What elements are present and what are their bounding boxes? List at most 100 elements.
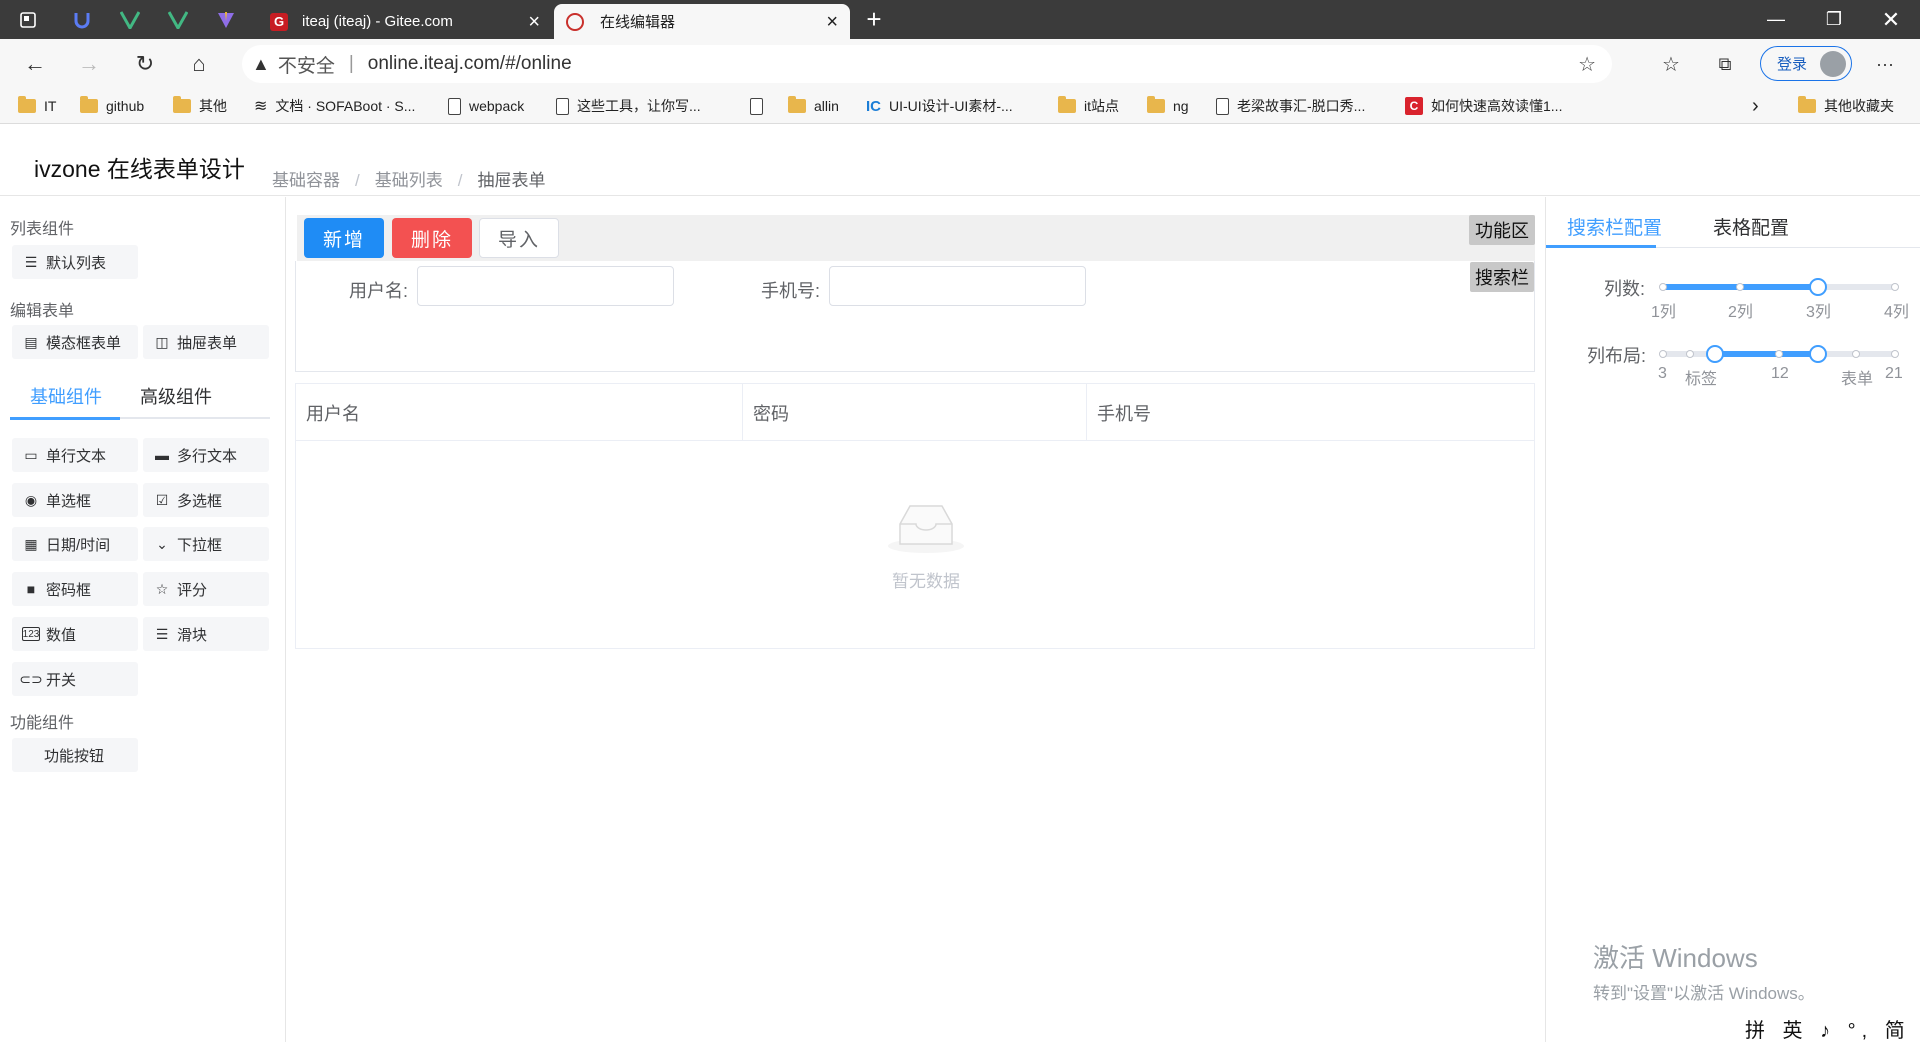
column-header-password[interactable]: 密码 <box>743 384 1087 441</box>
tab-online-editor[interactable]: 在线编辑器 × <box>554 4 850 39</box>
bookmark-item[interactable]: 这些工具，让你写... <box>556 94 701 118</box>
pinned-tab-vite-icon[interactable] <box>206 4 246 35</box>
browser-toolbar: ← → ↻ ⌂ ▲ 不安全 | online.iteaj.com/#/onlin… <box>0 39 1920 88</box>
breadcrumb-item[interactable]: 基础列表 <box>375 171 443 190</box>
slider-stop <box>1891 283 1899 291</box>
pinned-tab-vue2-icon[interactable] <box>158 4 198 35</box>
pinned-tab-vue-icon[interactable] <box>110 4 150 35</box>
component-slider[interactable]: ☰ 滑块 <box>143 617 269 651</box>
modal-icon: ▤ <box>24 333 38 350</box>
restore-icon[interactable]: ❐ <box>1805 0 1863 39</box>
address-bar[interactable]: ▲ 不安全 | online.iteaj.com/#/online ☆ <box>242 45 1612 83</box>
bookmark-item[interactable] <box>750 94 771 118</box>
component-select[interactable]: ⌄ 下拉框 <box>143 527 269 561</box>
slider-handle[interactable] <box>1809 278 1827 296</box>
component-datetime[interactable]: ▦ 日期/时间 <box>12 527 138 561</box>
column-header-username[interactable]: 用户名 <box>296 384 743 441</box>
breadcrumb-item[interactable]: 基础容器 <box>272 171 340 190</box>
refresh-icon[interactable]: ↻ <box>128 47 162 81</box>
component-default-list[interactable]: ☰ 默认列表 <box>12 245 138 279</box>
component-radio[interactable]: ◉ 单选框 <box>12 483 138 517</box>
bookmark-item[interactable]: ≋ 文档 · SOFABoot · S... <box>254 94 415 118</box>
section-title: 列表组件 <box>10 221 75 238</box>
add-favorite-icon[interactable]: ☆ <box>1578 52 1596 77</box>
layout-slider[interactable] <box>1659 345 1899 363</box>
component-checkbox[interactable]: ☑ 多选框 <box>143 483 269 517</box>
slider-mark: 标签 <box>1685 371 1718 388</box>
slider-stop <box>1852 350 1860 358</box>
bookmark-item[interactable]: github <box>80 94 144 118</box>
component-single-line-text[interactable]: ▭ 单行文本 <box>12 438 138 472</box>
page-icon <box>1216 97 1229 115</box>
component-function-button[interactable]: 功能按钮 <box>12 738 138 772</box>
ime-toolbar[interactable]: 拼 英 ♪ °, 简 ⚙ : <box>1745 1014 1920 1042</box>
component-number[interactable]: 123 数值 <box>12 617 138 651</box>
component-drawer-form[interactable]: ◫ 抽屉表单 <box>143 325 269 359</box>
username-input[interactable] <box>417 266 674 306</box>
bookmark-item[interactable]: IT <box>18 94 56 118</box>
page-icon <box>556 97 569 115</box>
url-text: online.iteaj.com/#/online <box>367 53 572 74</box>
slider-icon: ☰ <box>155 625 169 642</box>
bookmark-item[interactable]: it站点 <box>1058 94 1119 118</box>
bookmark-item[interactable]: allin <box>788 94 839 118</box>
bookmark-item[interactable]: IC UI-UI设计-UI素材-... <box>866 94 1013 118</box>
component-rate[interactable]: ☆ 评分 <box>143 572 269 606</box>
phone-input[interactable] <box>829 266 1086 306</box>
star-icon: ☆ <box>155 580 169 597</box>
login-button[interactable]: 登录 <box>1760 46 1852 81</box>
add-button[interactable]: 新增 <box>304 218 384 258</box>
slider-mark: 3 <box>1658 365 1667 382</box>
pinned-tab-u-icon[interactable] <box>62 4 102 35</box>
columns-slider[interactable] <box>1659 278 1899 296</box>
slider-mark: 21 <box>1885 365 1903 382</box>
tab-table-config[interactable]: 表格配置 <box>1713 213 1789 240</box>
minimize-icon[interactable]: — <box>1747 0 1805 39</box>
component-multi-line-text[interactable]: ▬ 多行文本 <box>143 438 269 472</box>
new-tab-button[interactable]: + <box>854 4 894 35</box>
bookmark-item[interactable]: C 如何快速高效读懂1... <box>1405 94 1562 118</box>
tab-search-config[interactable]: 搜索栏配置 <box>1567 213 1662 240</box>
page-title: ivzone 在线表单设计 <box>34 156 245 182</box>
home-icon[interactable]: ⌂ <box>182 47 216 81</box>
import-button[interactable]: 导入 <box>479 218 559 258</box>
slider-fill <box>1715 351 1818 357</box>
table-header: 用户名 密码 手机号 <box>296 384 1534 441</box>
page-icon <box>448 97 461 115</box>
page-icon <box>750 97 763 115</box>
column-header-phone[interactable]: 手机号 <box>1087 384 1534 441</box>
more-menu-icon[interactable]: ··· <box>1868 47 1902 81</box>
component-switch[interactable]: ⊂⊃ 开关 <box>12 662 138 696</box>
checkbox-icon: ☑ <box>155 491 169 508</box>
bookmark-item[interactable]: webpack <box>448 94 524 118</box>
tab-close-icon[interactable]: × <box>826 12 838 32</box>
function-area: 新增 删除 导入 功能区 <box>297 215 1535 261</box>
tab-close-icon[interactable]: × <box>528 12 540 32</box>
component-modal-form[interactable]: ▤ 模态框表单 <box>12 325 138 359</box>
bookmark-item[interactable]: 其他 <box>173 94 227 118</box>
collections-icon[interactable]: ⧉ <box>1708 47 1742 81</box>
ic-icon: IC <box>866 97 881 115</box>
bookmark-item[interactable]: 老梁故事汇-脱口秀... <box>1216 94 1365 118</box>
tab-gitee[interactable]: G iteaj (iteaj) - Gitee.com × <box>258 4 552 39</box>
bookmark-item[interactable]: ng <box>1147 94 1189 118</box>
back-icon[interactable]: ← <box>18 47 52 81</box>
bookmarks-overflow-icon[interactable]: › <box>1752 94 1759 118</box>
tab-basic-components[interactable]: 基础组件 <box>30 383 102 409</box>
component-password[interactable]: ■ 密码框 <box>12 572 138 606</box>
textarea-icon: ▬ <box>155 447 169 463</box>
slider-mark: 2列 <box>1728 304 1753 321</box>
number-icon: 123 <box>22 627 40 641</box>
other-favorites[interactable]: 其他收藏夹 <box>1798 94 1894 118</box>
drawer-icon: ◫ <box>155 333 169 350</box>
close-window-icon[interactable]: ✕ <box>1862 0 1920 39</box>
delete-button[interactable]: 删除 <box>392 218 472 258</box>
forward-icon[interactable]: → <box>72 47 106 81</box>
tab-actions-icon[interactable] <box>8 4 48 35</box>
slider-handle-right[interactable] <box>1809 345 1827 363</box>
favorites-icon[interactable]: ☆ <box>1654 47 1688 81</box>
slider-handle-left[interactable] <box>1706 345 1724 363</box>
switch-icon: ⊂⊃ <box>19 670 43 687</box>
select-icon: ⌄ <box>156 535 168 552</box>
tab-advanced-components[interactable]: 高级组件 <box>140 383 212 409</box>
